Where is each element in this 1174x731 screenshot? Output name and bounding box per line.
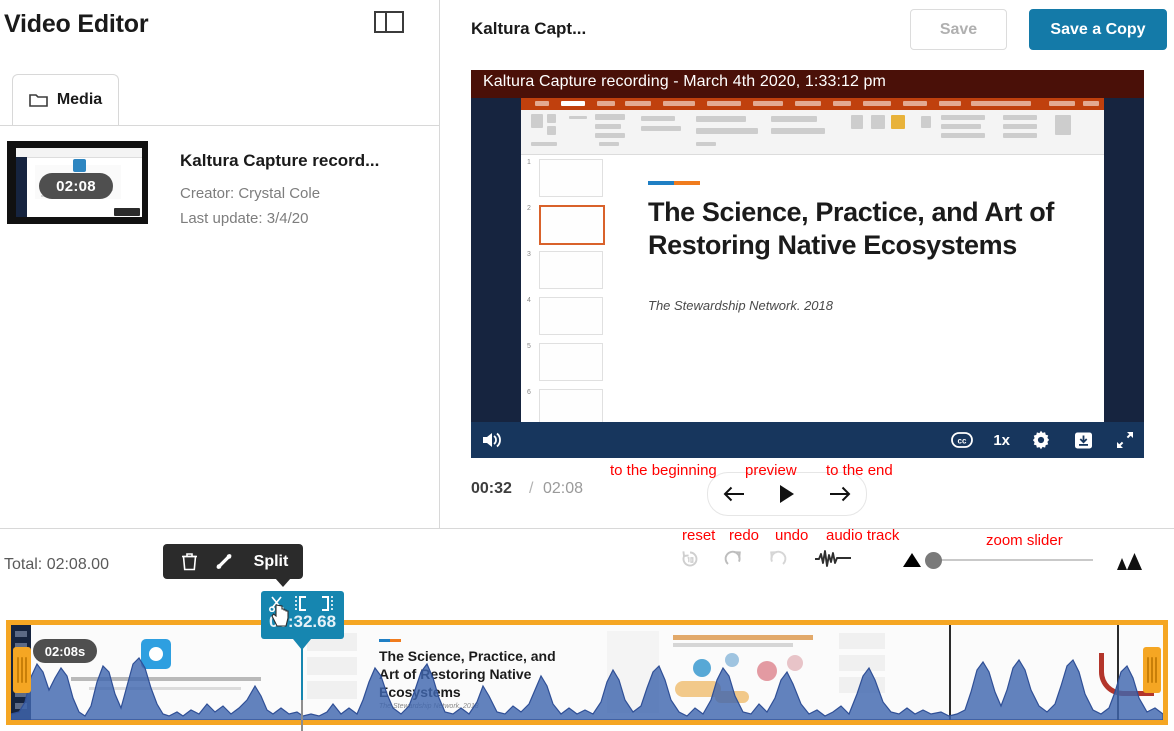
player-right-controls: cc 1x	[951, 422, 1136, 458]
annotation-zoom-slider: zoom slider	[986, 532, 1063, 549]
video-editor-app: Video Editor Media 02:08 Kaltura Capture…	[0, 0, 1174, 731]
annotation-reset: reset	[682, 527, 716, 544]
media-list-item[interactable]: 02:08 Kaltura Capture record... Creator:…	[7, 141, 427, 241]
media-last-update: Last update: 3/4/20	[180, 210, 309, 227]
desktop-right-rail	[1104, 98, 1144, 458]
trim-handle-right[interactable]	[1143, 647, 1161, 693]
zoom-in-icon[interactable]	[1109, 551, 1143, 571]
preview-transport-row: 00:32 / 02:08	[471, 470, 1144, 518]
svg-text:cc: cc	[958, 437, 967, 446]
play-button[interactable]	[770, 479, 804, 509]
to-beginning-button[interactable]	[717, 479, 751, 509]
thumbnail-badge-icon	[73, 159, 86, 172]
slide-thumbnail[interactable]	[539, 343, 603, 381]
thumbnail-topbar	[16, 148, 142, 158]
bracket-right-icon[interactable]	[318, 595, 335, 612]
save-button[interactable]: Save	[910, 9, 1007, 50]
download-icon[interactable]	[1072, 429, 1094, 451]
slide-subtitle: The Stewardship Network. 2018	[648, 298, 833, 313]
reset-icon[interactable]	[674, 543, 706, 575]
volume-icon[interactable]	[481, 430, 503, 450]
tab-media[interactable]: Media	[12, 74, 119, 125]
annotation-preview: preview	[745, 462, 797, 479]
trash-icon[interactable]	[180, 552, 198, 572]
powerpoint-window: 1 2 3 4 5 6 The Science, Practice, and A…	[521, 98, 1144, 458]
fade-icon[interactable]	[215, 552, 233, 572]
tab-media-label: Media	[56, 91, 103, 108]
timeline-tools: reset redo undo audio track zoom slider	[668, 527, 1174, 581]
split-tooltip[interactable]: Split	[239, 544, 303, 587]
slide-thumbnail-selected[interactable]	[539, 205, 605, 245]
ribbon-tabs	[521, 98, 1104, 110]
bracket-left-icon[interactable]	[293, 595, 310, 612]
slide-number: 5	[527, 343, 531, 350]
media-panel: Video Editor Media 02:08 Kaltura Capture…	[0, 0, 439, 528]
page-title: Video Editor	[4, 10, 149, 38]
to-end-button[interactable]	[823, 479, 857, 509]
slide-number: 3	[527, 251, 531, 258]
video-player[interactable]: Kaltura Capture recording - March 4th 20…	[471, 70, 1144, 458]
undo-icon[interactable]	[761, 543, 793, 575]
audio-waveform	[11, 642, 1163, 720]
slide-accent-rule	[648, 181, 700, 185]
slide-number: 2	[527, 205, 531, 212]
annotation-redo: redo	[729, 527, 760, 544]
thumbnail-sidebar	[16, 157, 27, 217]
fullscreen-icon[interactable]	[1114, 429, 1136, 451]
slide-thumbnail-panel[interactable]: 1 2 3 4 5 6	[521, 155, 612, 435]
timeline-duration-badge: 02:08s	[33, 639, 97, 663]
slide-number: 1	[527, 159, 531, 166]
audio-waveform-icon[interactable]	[813, 543, 857, 575]
total-time: 02:08	[543, 480, 584, 497]
slide-stage: The Science, Practice, and Art of Restor…	[611, 155, 1144, 458]
horizontal-divider	[0, 528, 1174, 529]
left-panel-header: Video Editor	[0, 0, 439, 74]
slide-thumbnail[interactable]	[539, 159, 603, 197]
save-a-copy-button[interactable]: Save a Copy	[1029, 9, 1167, 50]
timeline-strip[interactable]: The Science, Practice, and Art of Restor…	[6, 620, 1168, 725]
current-time: 00:32	[471, 480, 512, 497]
slide-number: 4	[527, 297, 531, 304]
thumbnail-controlbar	[114, 208, 140, 216]
gear-icon[interactable]	[1030, 429, 1052, 451]
annotation-audio-track: audio track	[826, 527, 900, 544]
entry-title: Kaltura Capt...	[471, 19, 587, 38]
closed-captions-icon[interactable]: cc	[951, 429, 974, 451]
zoom-out-icon[interactable]	[903, 553, 921, 567]
media-title: Kaltura Capture record...	[180, 151, 380, 170]
desktop-left-rail	[471, 98, 521, 458]
media-creator: Creator: Crystal Cole	[180, 185, 321, 202]
annotation-to-the-end: to the end	[826, 462, 893, 479]
panel-layout-icon[interactable]	[374, 10, 404, 34]
folder-icon	[29, 92, 48, 108]
media-metadata: Kaltura Capture record... Creator: Cryst…	[180, 151, 430, 235]
tab-underline	[0, 125, 439, 126]
mouse-cursor-icon	[271, 604, 292, 630]
timeline-track[interactable]: The Science, Practice, and Art of Restor…	[11, 625, 1163, 720]
total-duration-label: Total: 02:08.00	[4, 556, 109, 573]
media-thumbnail[interactable]: 02:08	[7, 141, 148, 224]
slide-title: The Science, Practice, and Art of Restor…	[648, 197, 1054, 260]
zoom-slider-knob[interactable]	[925, 552, 942, 569]
recording-titlebar: Kaltura Capture recording - March 4th 20…	[471, 70, 1144, 98]
ribbon-toolbar	[521, 110, 1104, 155]
zoom-slider-track[interactable]	[933, 559, 1093, 561]
player-control-bar: cc 1x	[471, 422, 1144, 458]
slide-thumbnail[interactable]	[539, 297, 603, 335]
playback-speed-label[interactable]: 1x	[993, 432, 1010, 449]
slide-thumbnail[interactable]	[539, 251, 603, 289]
redo-icon[interactable]	[718, 543, 750, 575]
trim-handle-left[interactable]	[13, 647, 31, 693]
media-tabs: Media	[0, 74, 439, 126]
preview-panel: Kaltura Capt... Save Save a Copy Kaltura…	[440, 0, 1174, 528]
media-duration-badge: 02:08	[39, 173, 113, 199]
annotation-to-the-beginning: to the beginning	[610, 462, 717, 479]
playhead-tail	[301, 700, 303, 731]
time-separator: /	[529, 480, 534, 497]
annotation-undo: undo	[775, 527, 809, 544]
slide-number: 6	[527, 389, 531, 396]
recording-title: Kaltura Capture recording - March 4th 20…	[483, 73, 886, 90]
